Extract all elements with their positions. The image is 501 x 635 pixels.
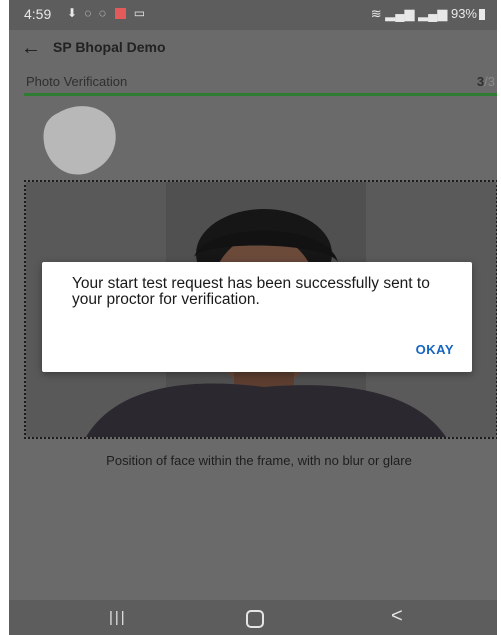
app-header: ← SP Bhopal Demo — [9, 30, 497, 68]
whatsapp-icon: ◌ — [84, 6, 94, 20]
status-bar: 4:59 ⬇ ◌ ◌ ▭ ≋ ▂▄▆ ▂▄▆ 93% — [9, 0, 497, 30]
phone-screen: 4:59 ⬇ ◌ ◌ ▭ ≋ ▂▄▆ ▂▄▆ 93% ← SP Bhopal D… — [9, 0, 497, 635]
alert-dialog: Your start test request has been success… — [42, 262, 472, 372]
navigation-bar: ||| < — [9, 600, 497, 635]
recents-button[interactable]: ||| — [109, 609, 127, 626]
step-label: Photo Verification — [26, 74, 128, 89]
notification-icons: ⬇ ◌ ◌ ▭ — [67, 6, 147, 20]
photo-thumbnail — [43, 106, 116, 175]
okay-button[interactable]: OKAY — [416, 342, 454, 357]
page-title: SP Bhopal Demo — [53, 39, 166, 55]
wifi-icon: ≋ — [370, 6, 382, 21]
signal-icon: ▂▄▆ — [385, 6, 415, 21]
notification-icon: ⬇ — [67, 6, 80, 20]
message-icon: ▭ — [133, 6, 148, 20]
whatsapp-icon: ◌ — [98, 6, 109, 20]
signal-icon: ▂▄▆ — [418, 6, 448, 21]
app-icon — [115, 8, 127, 20]
battery-level: 93% — [450, 6, 477, 21]
step-total: /3 — [484, 74, 495, 89]
system-back-button[interactable]: < — [391, 605, 403, 628]
home-button[interactable] — [246, 610, 264, 628]
back-arrow-icon[interactable]: ← — [21, 38, 43, 58]
battery-icon — [479, 9, 485, 21]
status-right: ≋ ▂▄▆ ▂▄▆ 93% — [371, 6, 485, 22]
step-counter: 3/3 — [477, 74, 495, 89]
status-time: 4:59 — [24, 6, 52, 22]
dialog-message: Your start test request has been success… — [72, 275, 430, 308]
frame-hint: Position of face within the frame, with … — [106, 453, 412, 468]
